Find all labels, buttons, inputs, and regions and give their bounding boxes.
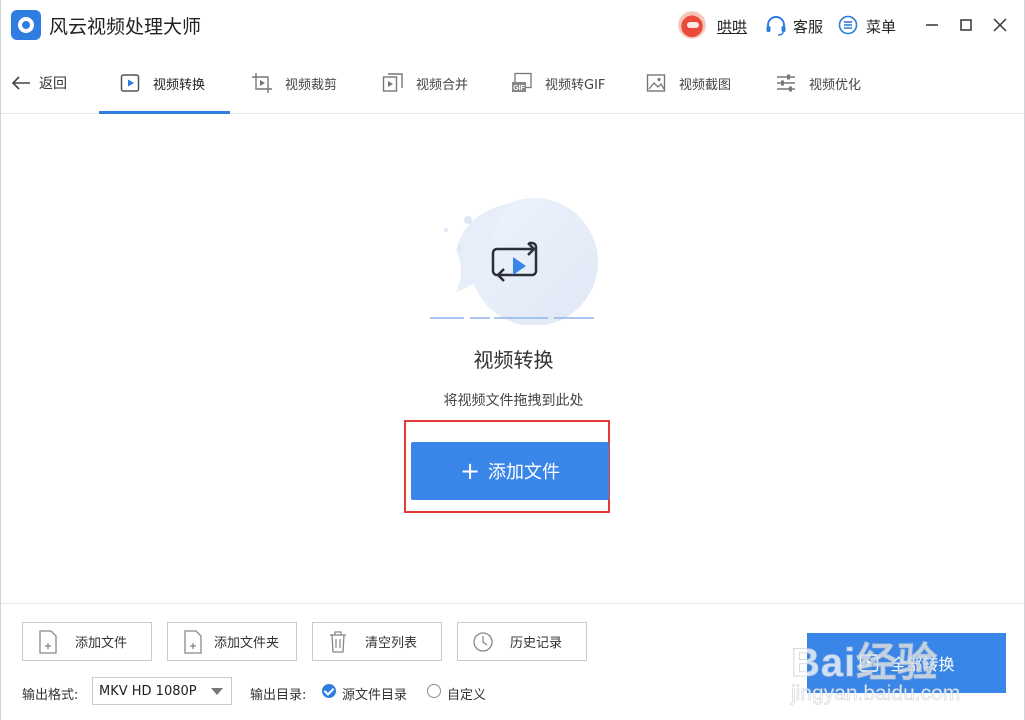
screenshot-icon — [646, 74, 666, 92]
convert-all-label: 全部转换 — [890, 655, 955, 674]
video-convert-icon — [120, 74, 140, 92]
tab-label: 视频转GIF — [545, 77, 606, 93]
close-button[interactable] — [989, 14, 1011, 36]
customer-service-label[interactable]: 客服 — [793, 16, 823, 37]
bottom-panel: 添加文件 添加文件夹 清空列表 历史记录 输出格式: MKV HD 1080P … — [1, 603, 1024, 720]
tab-video-screenshot[interactable]: 视频截图 — [645, 52, 731, 114]
svg-text:GIF: GIF — [513, 85, 525, 92]
username-link[interactable]: 哄哄 — [717, 16, 747, 37]
active-tab-indicator — [99, 111, 230, 114]
app-logo-icon — [11, 10, 41, 40]
output-dir-label: 输出目录: — [250, 688, 307, 703]
back-label: 返回 — [39, 76, 67, 92]
video-convert-icon — [860, 654, 879, 672]
optimize-icon — [777, 74, 795, 92]
tab-label: 视频合并 — [416, 77, 469, 93]
tab-label: 视频裁剪 — [285, 77, 338, 93]
menu-label[interactable]: 菜单 — [866, 16, 896, 37]
output-format-label: 输出格式: — [22, 688, 79, 703]
minimize-icon — [926, 24, 938, 26]
plus-icon: + — [459, 457, 481, 485]
close-icon — [993, 18, 1007, 32]
button-label: 历史记录 — [510, 636, 563, 651]
chevron-down-icon — [211, 688, 223, 695]
add-file-icon — [39, 629, 57, 654]
radio-source-dir[interactable] — [322, 684, 336, 698]
add-file-button[interactable]: + 添加文件 — [411, 442, 609, 500]
feature-tab-bar: 返回 视频转换 视频裁剪 视频合并 GIF 视频转GIF 视频截图 视频优化 — [1, 52, 1024, 114]
menu-icon[interactable] — [838, 15, 858, 35]
radio-source-dir-label[interactable]: 源文件目录 — [342, 684, 407, 703]
clear-list-button[interactable]: 清空列表 — [312, 622, 442, 661]
tab-label: 视频截图 — [679, 77, 732, 93]
tab-video-to-gif[interactable]: GIF 视频转GIF — [511, 52, 605, 114]
button-label: 添加文件夹 — [214, 636, 280, 651]
radio-custom-dir[interactable] — [427, 684, 441, 698]
avatar[interactable] — [678, 11, 706, 39]
add-file-label: 添加文件 — [488, 462, 561, 483]
gif-icon: GIF — [512, 72, 532, 92]
output-format-select[interactable]: MKV HD 1080P — [92, 677, 232, 705]
video-convert-illustration — [430, 198, 598, 325]
maximize-button[interactable] — [955, 14, 977, 36]
trash-icon — [330, 630, 346, 653]
drop-zone-title: 视频转换 — [473, 348, 554, 372]
button-label: 清空列表 — [365, 636, 418, 651]
tab-label: 视频转换 — [153, 77, 206, 93]
radio-custom-dir-label[interactable]: 自定义 — [447, 684, 486, 703]
arrow-left-icon — [11, 76, 30, 90]
headset-icon[interactable] — [765, 16, 787, 36]
maximize-icon — [960, 19, 972, 31]
drop-zone-hint: 将视频文件拖拽到此处 — [443, 393, 584, 409]
title-bar: 风云视频处理大师 哄哄 客服 菜单 — [1, 0, 1024, 52]
tab-video-convert[interactable]: 视频转换 — [119, 52, 205, 114]
video-merge-icon — [382, 73, 403, 92]
tab-video-optimize[interactable]: 视频优化 — [775, 52, 861, 114]
minimize-button[interactable] — [921, 14, 943, 36]
tab-video-merge[interactable]: 视频合并 — [382, 52, 468, 114]
history-icon — [473, 631, 493, 652]
video-crop-icon — [252, 73, 272, 93]
app-window: 风云视频处理大师 哄哄 客服 菜单 返回 视频转换 视频裁剪 视频合并 GIF … — [0, 0, 1025, 720]
add-file-small-button[interactable]: 添加文件 — [22, 622, 152, 661]
back-button[interactable]: 返回 — [11, 72, 67, 94]
button-label: 添加文件 — [75, 636, 128, 651]
history-button[interactable]: 历史记录 — [457, 622, 587, 661]
output-format-value: MKV HD 1080P — [99, 683, 197, 699]
convert-all-button[interactable]: 全部转换 — [807, 633, 1006, 693]
tab-label: 视频优化 — [809, 77, 862, 93]
tab-video-crop[interactable]: 视频裁剪 — [251, 52, 337, 114]
add-folder-button[interactable]: 添加文件夹 — [167, 622, 297, 661]
add-folder-icon — [184, 629, 202, 654]
app-title: 风云视频处理大师 — [49, 16, 202, 38]
